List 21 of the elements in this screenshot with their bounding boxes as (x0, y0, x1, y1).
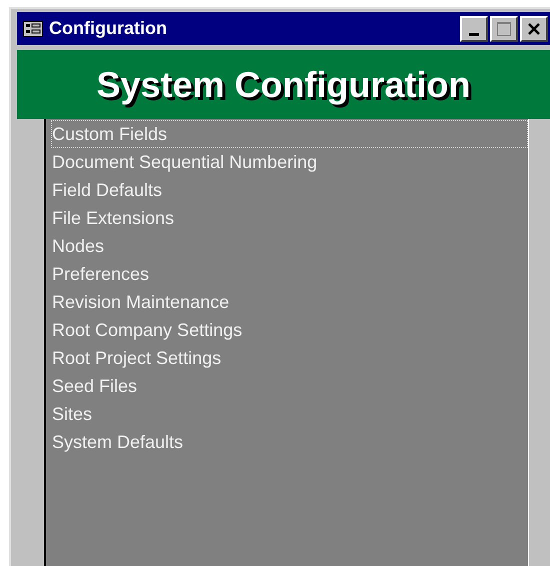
header-title: System Configuration (96, 62, 471, 107)
menu-item[interactable]: File Extensions (51, 204, 528, 232)
minimize-icon (469, 32, 479, 36)
menu-item[interactable]: Root Project Settings (51, 344, 528, 372)
maximize-icon (497, 22, 511, 36)
menu-item[interactable]: Nodes (51, 232, 528, 260)
menu-item[interactable]: Revision Maintenance (51, 288, 528, 316)
close-button[interactable] (520, 16, 548, 42)
menu-item[interactable]: Preferences (51, 260, 528, 288)
maximize-button[interactable] (490, 16, 518, 42)
menu-item[interactable]: Seed Files (51, 372, 528, 400)
menu-item[interactable]: Field Defaults (51, 176, 528, 204)
menu-item[interactable]: Custom Fields (51, 120, 528, 148)
menu-item[interactable]: Root Company Settings (51, 316, 528, 344)
menu-item[interactable]: Document Sequential Numbering (51, 148, 528, 176)
form-icon (23, 20, 43, 36)
window-title: Configuration (49, 17, 168, 40)
menu-item[interactable]: Sites (51, 400, 528, 428)
minimize-button[interactable] (460, 16, 488, 42)
close-icon (527, 22, 541, 36)
menu-item[interactable]: System Defaults (51, 428, 528, 456)
